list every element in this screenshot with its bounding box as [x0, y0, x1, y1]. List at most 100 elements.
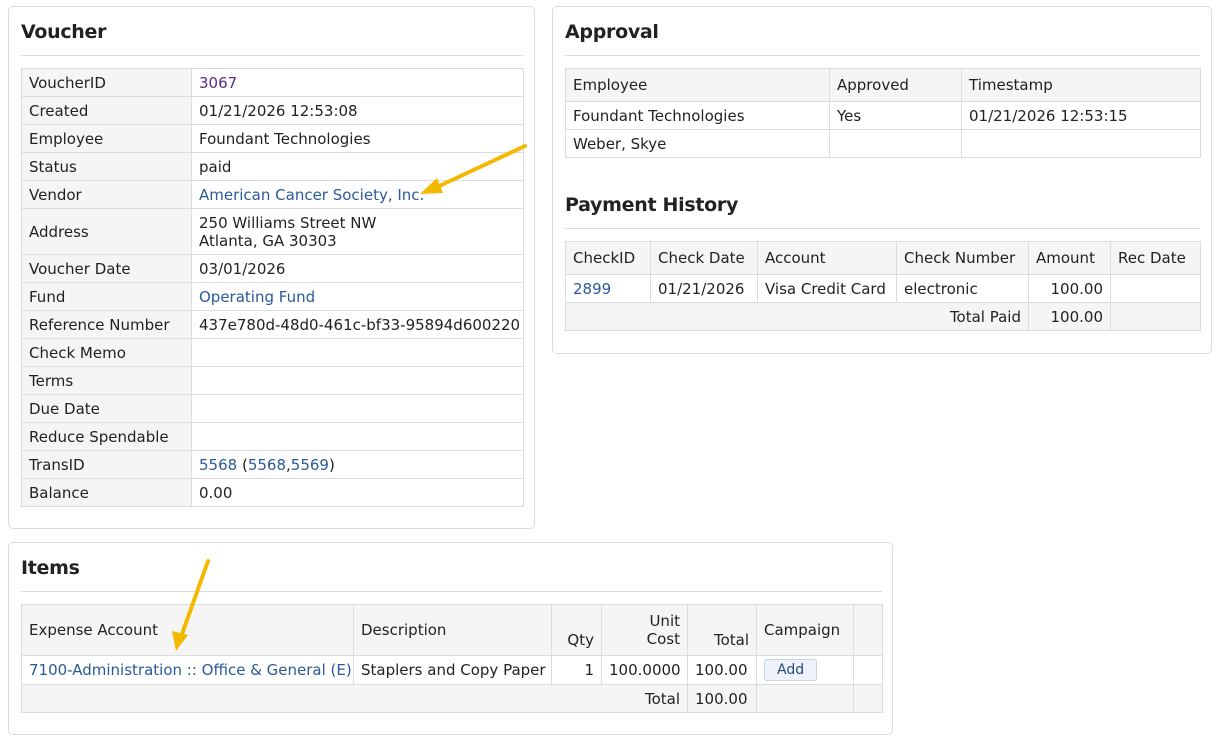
voucher-title: Voucher	[21, 21, 107, 43]
voucher-label: Address	[21, 208, 192, 255]
voucher-row-spendable: Reduce Spendable	[21, 422, 524, 451]
voucher-label: VoucherID	[21, 68, 192, 97]
approval-title: Approval	[565, 21, 659, 43]
rec-date	[1110, 274, 1201, 303]
items-table: Expense Account Description Qty Unit Cos…	[21, 604, 883, 713]
payment-history-title: Payment History	[565, 194, 739, 216]
payment-header: Check Number	[896, 241, 1029, 275]
voucher-row-memo: Check Memo	[21, 338, 524, 367]
voucher-table: VoucherID 3067 Created 01/21/2026 12:53:…	[21, 68, 524, 507]
address-line-1: 250 Williams Street NW	[199, 213, 377, 232]
check-number: electronic	[896, 274, 1029, 303]
approval-header: Timestamp	[961, 68, 1201, 102]
voucher-value: 437e780d-48d0-461c-bf33-95894d600220	[191, 310, 524, 339]
voucher-value: 03/01/2026	[191, 254, 524, 283]
voucher-row-id: VoucherID 3067	[21, 68, 524, 97]
approval-header: Approved	[829, 68, 962, 102]
table-row: Foundant Technologies Yes 01/21/2026 12:…	[565, 101, 1201, 130]
approval-status	[829, 129, 962, 158]
total-paid-value: 100.00	[1028, 302, 1111, 331]
items-header-row: Expense Account Description Qty Unit Cos…	[21, 604, 883, 656]
unit-cost-header-line2: Cost	[646, 630, 680, 648]
unit-cost-header-line1: Unit	[649, 612, 680, 630]
check-id-link[interactable]: 2899	[573, 280, 611, 298]
voucher-label: Due Date	[21, 394, 192, 423]
items-header: Campaign	[756, 604, 854, 656]
voucher-value	[191, 422, 524, 451]
payment-header: Rec Date	[1110, 241, 1201, 275]
total-paid-label: Total Paid	[565, 302, 1029, 331]
check-amount: 100.00	[1028, 274, 1111, 303]
check-account: Visa Credit Card	[757, 274, 897, 303]
vendor-link[interactable]: American Cancer Society, Inc.	[199, 186, 424, 204]
voucher-value: 0.00	[191, 478, 524, 507]
payment-header: Check Date	[650, 241, 758, 275]
items-header: Qty	[551, 604, 602, 656]
voucher-row-reference: Reference Number 437e780d-48d0-461c-bf33…	[21, 310, 524, 339]
items-total-row: Total 100.00	[21, 684, 883, 713]
voucher-label: Terms	[21, 366, 192, 395]
payment-header: Amount	[1028, 241, 1111, 275]
transid-sub-link-2[interactable]: 5569	[291, 456, 329, 474]
payment-header: Account	[757, 241, 897, 275]
items-panel: Items Expense Account Description Qty Un…	[8, 542, 893, 735]
item-total: 100.00	[687, 655, 757, 685]
approval-header: Employee	[565, 68, 830, 102]
approval-status: Yes	[829, 101, 962, 130]
payment-header: CheckID	[565, 241, 651, 275]
voucher-value	[191, 338, 524, 367]
item-unit-cost: 100.0000	[601, 655, 688, 685]
voucher-label: Fund	[21, 282, 192, 311]
voucher-row-created: Created 01/21/2026 12:53:08	[21, 96, 524, 125]
voucher-label: Check Memo	[21, 338, 192, 367]
table-row: 7100-Administration :: Office & General …	[21, 655, 883, 685]
approval-panel: Approval Employee Approved Timestamp Fou…	[552, 6, 1212, 354]
voucher-value: 01/21/2026 12:53:08	[191, 96, 524, 125]
voucher-label: Balance	[21, 478, 192, 507]
expense-account-link[interactable]: 7100-Administration :: Office & General …	[29, 661, 352, 679]
address-line-2: Atlanta, GA 30303	[199, 231, 337, 250]
item-description: Staplers and Copy Paper	[353, 655, 552, 685]
voucher-label: Reference Number	[21, 310, 192, 339]
items-header-unit-cost: Unit Cost	[601, 604, 688, 656]
arrow-icon	[420, 144, 527, 194]
voucher-label: Reduce Spendable	[21, 422, 192, 451]
approval-employee: Weber, Skye	[565, 129, 830, 158]
approval-employee: Foundant Technologies	[565, 101, 830, 130]
payment-total-row: Total Paid 100.00	[565, 302, 1201, 331]
table-row: Weber, Skye	[565, 129, 1201, 158]
voucher-row-transid: TransID 5568 (5568,5569)	[21, 450, 524, 479]
voucher-row-fund: Fund Operating Fund	[21, 282, 524, 311]
transid-sub-link-1[interactable]: 5568	[248, 456, 286, 474]
voucher-row-terms: Terms	[21, 366, 524, 395]
voucher-label: TransID	[21, 450, 192, 479]
payment-header-row: CheckID Check Date Account Check Number …	[565, 241, 1201, 275]
voucher-panel: Voucher VoucherID 3067 Created 01/21/202…	[8, 6, 535, 529]
voucher-label: Employee	[21, 124, 192, 153]
item-qty: 1	[551, 655, 602, 685]
voucher-row-due: Due Date	[21, 394, 524, 423]
arrow-icon	[172, 559, 210, 651]
voucher-label: Vendor	[21, 180, 192, 209]
voucher-row-date: Voucher Date 03/01/2026	[21, 254, 524, 283]
table-row: 2899 01/21/2026 Visa Credit Card electro…	[565, 274, 1201, 303]
approval-header-row: Employee Approved Timestamp	[565, 68, 1201, 102]
voucher-label: Status	[21, 152, 192, 181]
voucher-label: Created	[21, 96, 192, 125]
fund-link[interactable]: Operating Fund	[199, 288, 315, 306]
voucher-row-address: Address 250 Williams Street NW Atlanta, …	[21, 208, 524, 255]
payment-table: CheckID Check Date Account Check Number …	[565, 241, 1201, 331]
add-campaign-button[interactable]: Add	[764, 659, 818, 681]
voucher-value	[191, 366, 524, 395]
voucher-id-link[interactable]: 3067	[199, 74, 237, 92]
transid-link[interactable]: 5568	[199, 456, 237, 474]
check-date: 01/21/2026	[650, 274, 758, 303]
items-header: Description	[353, 604, 552, 656]
approval-timestamp: 01/21/2026 12:53:15	[961, 101, 1201, 130]
voucher-value	[191, 394, 524, 423]
items-total-label: Total	[21, 684, 688, 713]
approval-timestamp	[961, 129, 1201, 158]
items-header: Total	[687, 604, 757, 656]
voucher-row-balance: Balance 0.00	[21, 478, 524, 507]
items-title: Items	[21, 557, 80, 579]
